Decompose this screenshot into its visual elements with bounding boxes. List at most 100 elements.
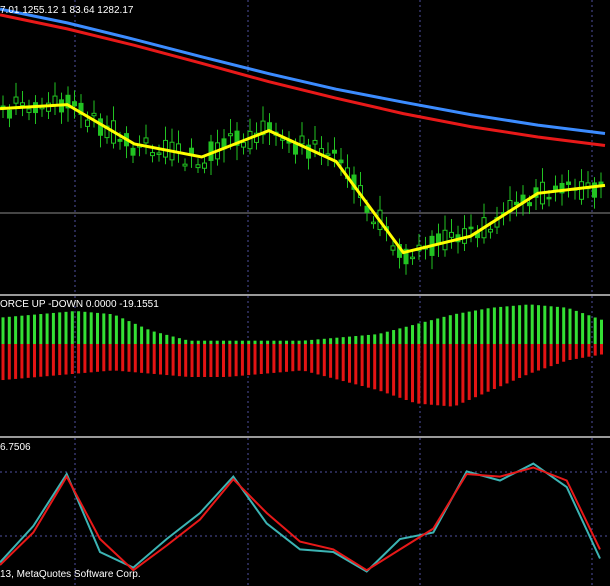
hist-up-bar — [429, 320, 433, 344]
hist-down-bar — [228, 344, 232, 377]
hist-down-bar — [285, 344, 288, 372]
hist-up-bar — [492, 307, 496, 344]
hist-down-bar — [474, 344, 477, 398]
candle-body — [26, 108, 32, 113]
hist-down-bar — [140, 344, 144, 373]
hist-down-bar — [360, 344, 364, 387]
hist-up-bar — [45, 313, 49, 344]
candle-body — [488, 228, 493, 233]
hist-up-bar — [581, 313, 585, 344]
hist-up-bar — [222, 340, 225, 344]
hist-up-bar — [278, 340, 282, 344]
hist-down-bar — [152, 344, 156, 374]
hist-up-bar — [70, 311, 74, 344]
hist-down-bar — [26, 344, 30, 378]
hist-down-bar — [96, 344, 99, 372]
hist-up-bar — [291, 340, 295, 344]
hist-down-bar — [555, 344, 559, 364]
hist-down-bar — [423, 344, 427, 405]
hist-down-bar — [543, 344, 547, 369]
hist-down-bar — [562, 344, 566, 362]
price-chart-pane[interactable]: 7.01 1255.12 1 83.64 1282.17 — [0, 0, 610, 294]
hist-down-bar — [247, 344, 251, 376]
candle-body — [338, 159, 344, 164]
ma-slow-line — [0, 7, 606, 135]
candle-body — [150, 152, 155, 157]
hist-up-bar — [354, 336, 358, 344]
hist-down-bar — [429, 344, 433, 405]
hist-up-bar — [549, 306, 553, 344]
hist-up-bar — [77, 311, 81, 344]
hist-down-bar — [20, 344, 24, 379]
hist-down-bar — [70, 344, 74, 374]
hist-down-bar — [486, 344, 490, 392]
candle-body — [13, 96, 19, 104]
hist-down-bar — [259, 344, 263, 374]
hist-down-bar — [146, 344, 150, 374]
hist-up-bar — [417, 323, 421, 344]
hist-down-bar — [455, 344, 459, 406]
stoch-readout: 6.7506 — [0, 442, 31, 453]
hist-up-bar — [26, 315, 30, 344]
hist-down-bar — [322, 344, 326, 377]
hist-up-bar — [537, 305, 540, 344]
hist-up-bar — [177, 338, 181, 344]
candle-body — [7, 109, 12, 119]
hist-up-bar — [121, 318, 125, 344]
hist-up-bar — [146, 329, 150, 344]
hist-down-bar — [600, 344, 603, 355]
hist-down-bar — [341, 344, 345, 382]
candle-body — [72, 101, 77, 107]
hist-up-bar — [1, 317, 5, 344]
force-indicator-pane[interactable]: ORCE UP -DOWN 0.0000 -19.1551 — [0, 296, 610, 436]
stochastic-pane[interactable]: 6.7506 13, MetaQuotes Software Corp. — [0, 438, 610, 586]
hist-down-bar — [184, 344, 188, 377]
hist-down-bar — [518, 344, 522, 378]
hist-down-bar — [354, 344, 358, 385]
hist-down-bar — [411, 344, 414, 403]
hist-up-bar — [474, 310, 477, 344]
hist-up-bar — [190, 340, 194, 344]
hist-up-bar — [215, 340, 219, 344]
hist-down-bar — [39, 344, 43, 377]
stoch-main-line — [0, 462, 601, 573]
hist-down-bar — [240, 344, 244, 376]
hist-up-bar — [587, 315, 591, 344]
hist-up-bar — [574, 310, 578, 344]
hist-down-bar — [480, 344, 484, 395]
candle-body — [195, 164, 201, 169]
hist-up-bar — [39, 314, 43, 344]
hist-down-bar — [335, 344, 339, 380]
hist-up-bar — [266, 340, 270, 344]
hist-up-bar — [366, 334, 370, 344]
hist-down-bar — [385, 344, 389, 394]
hist-up-bar — [303, 340, 307, 344]
hist-up-bar — [518, 305, 522, 344]
hist-down-bar — [398, 344, 402, 398]
hist-up-bar — [379, 333, 383, 344]
hist-down-bar — [278, 344, 282, 373]
hist-up-bar — [140, 326, 144, 344]
hist-down-bar — [392, 344, 396, 396]
hist-down-bar — [14, 344, 18, 379]
hist-up-bar — [310, 339, 314, 344]
candle-body — [299, 135, 305, 145]
hist-up-bar — [247, 340, 251, 344]
hist-down-bar — [253, 344, 257, 375]
hist-up-bar — [209, 340, 213, 344]
hist-up-bar — [96, 312, 99, 344]
copyright-text: 13, MetaQuotes Software Corp. — [0, 569, 141, 580]
hist-up-bar — [593, 317, 597, 344]
hist-up-bar — [448, 315, 452, 344]
candle-body — [52, 95, 58, 106]
hist-down-bar — [108, 344, 112, 371]
hist-up-bar — [398, 328, 402, 344]
hist-up-bar — [102, 313, 106, 344]
hist-down-bar — [171, 344, 175, 376]
hist-up-bar — [436, 318, 440, 344]
hist-down-bar — [121, 344, 125, 372]
hist-down-bar — [366, 344, 370, 388]
hist-down-bar — [436, 344, 440, 406]
candle-body — [202, 162, 207, 169]
hist-down-bar — [505, 344, 509, 384]
